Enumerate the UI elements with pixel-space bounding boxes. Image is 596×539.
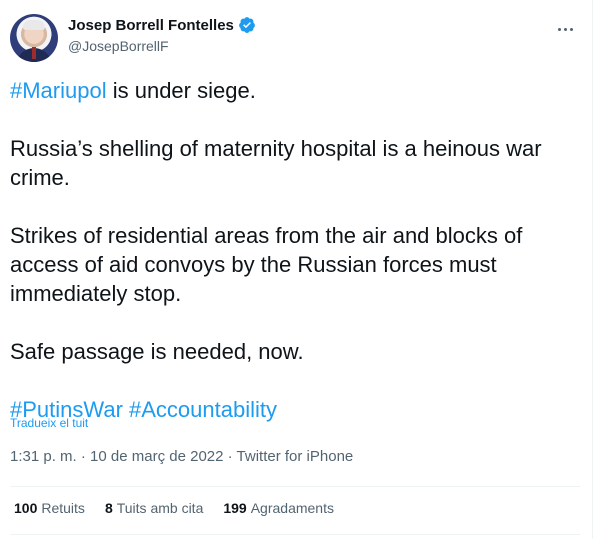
meta-separator-1: ·	[76, 448, 91, 465]
likes-label: Agradaments	[250, 500, 334, 516]
tweet-time[interactable]: 1:31 p. m.	[10, 448, 77, 465]
retweets-stat[interactable]: 100 Retuits	[14, 500, 85, 516]
tweet-line-1-rest: is under siege.	[106, 78, 256, 103]
quotes-count: 8	[104, 500, 113, 516]
avatar-tie	[32, 47, 36, 59]
divider-bottom	[10, 534, 580, 535]
verified-badge-icon	[239, 17, 255, 33]
hashtag-accountability[interactable]: #Accountability	[129, 397, 277, 422]
tweet-date[interactable]: 10 de març de 2022	[90, 448, 223, 465]
meta-separator-2: ·	[223, 448, 237, 465]
divider-top	[10, 486, 580, 487]
author-name[interactable]: Josep Borrell Fontelles	[68, 17, 234, 34]
tweet-stats: 100 Retuits 8 Tuits amb cita 199 Agradament…	[14, 500, 334, 516]
tweet-metadata: 1:31 p. m. · 10 de març de 2022 · Twitte…	[10, 448, 353, 465]
tweet-line-1: #Mariupol is under siege.	[10, 76, 578, 105]
more-options-icon[interactable]	[554, 18, 576, 40]
tweet-paragraph-3: Strikes of residential areas from the ai…	[10, 223, 523, 306]
retweets-count: 100	[14, 500, 38, 516]
tweet-text: #Mariupol is under siege. Russia’s shell…	[10, 76, 578, 424]
avatar-hair	[23, 20, 45, 30]
likes-count: 199	[223, 500, 247, 516]
author-handle[interactable]: @JosepBorrellF	[68, 38, 169, 54]
tweet-header: Josep Borrell Fontelles @JosepBorrellF	[10, 12, 580, 62]
author-name-row[interactable]: Josep Borrell Fontelles	[68, 16, 256, 34]
tweet-source[interactable]: Twitter for iPhone	[237, 448, 354, 465]
quotes-stat[interactable]: 8 Tuits amb cita	[105, 500, 203, 516]
quotes-label: Tuits amb cita	[116, 500, 204, 516]
hashtag-mariupol[interactable]: #Mariupol	[10, 78, 107, 103]
tweet-paragraph-2: Russia’s shelling of maternity hospital …	[10, 136, 542, 190]
likes-stat[interactable]: 199 Agradaments	[223, 500, 334, 516]
translate-tweet-link[interactable]: Tradueix el tuit	[10, 416, 88, 430]
panel-border	[592, 0, 593, 539]
retweets-label: Retuits	[41, 500, 85, 516]
tweet-hashtags: #PutinsWar #Accountability	[10, 395, 578, 424]
tweet-paragraph-4: Safe passage is needed, now.	[10, 339, 304, 364]
avatar[interactable]	[10, 14, 58, 62]
